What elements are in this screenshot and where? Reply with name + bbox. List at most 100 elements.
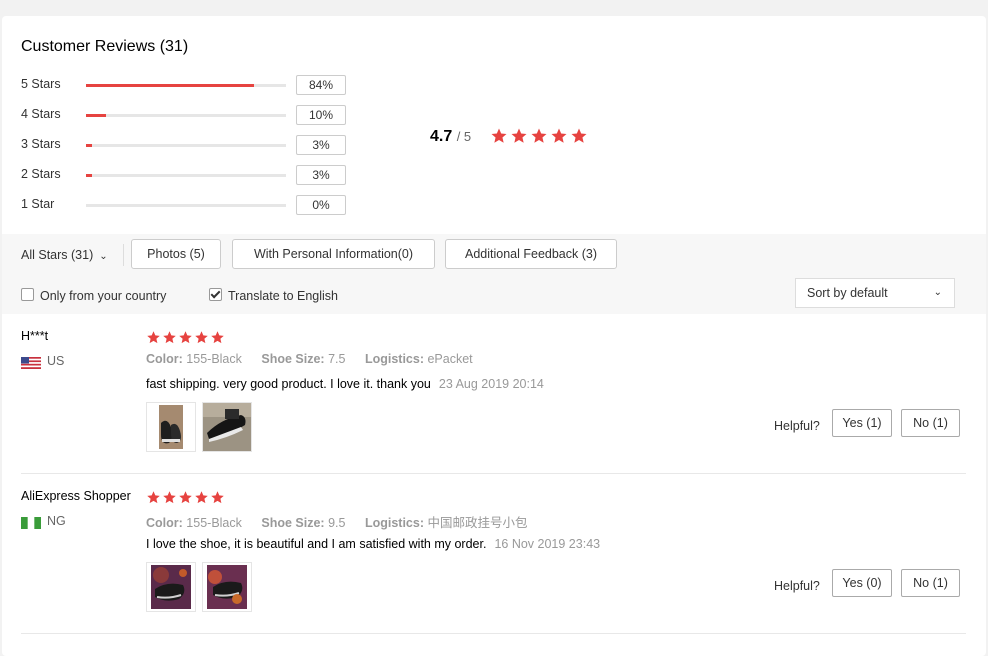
star-icon xyxy=(178,330,193,345)
star-icon xyxy=(146,490,161,505)
sort-label: Sort by default xyxy=(807,286,888,300)
all-stars-dropdown[interactable]: All Stars (31) ⌄ xyxy=(21,248,108,262)
review-divider xyxy=(21,473,966,474)
rating-percent: 84% xyxy=(296,75,346,95)
review-date: 16 Nov 2019 23:43 xyxy=(494,537,601,551)
rating-bar-fill xyxy=(86,144,92,147)
average-out-of: / 5 xyxy=(456,129,472,144)
color-value: 155-Black xyxy=(186,352,242,366)
rating-row-4[interactable]: 4 Stars 10% xyxy=(21,105,351,125)
star-icon xyxy=(162,490,177,505)
chevron-down-icon: ⌄ xyxy=(933,287,942,298)
star-icon xyxy=(490,127,508,145)
all-stars-label: All Stars (31) xyxy=(21,248,94,262)
translate-label: Translate to English xyxy=(228,289,339,303)
color-value: 155-Black xyxy=(186,516,242,530)
color-key: Color: xyxy=(146,516,183,530)
rating-bar xyxy=(86,204,286,207)
ng-flag-icon xyxy=(21,516,41,534)
review-body: fast shipping. very good product. I love… xyxy=(146,377,431,391)
helpful-no-button[interactable]: No (1) xyxy=(901,569,960,597)
reviewer-name: H***t xyxy=(21,329,49,343)
star-icon xyxy=(194,330,209,345)
rating-row-1[interactable]: 1 Star 0% xyxy=(21,195,351,215)
star-icon xyxy=(570,127,588,145)
reviews-title: Customer Reviews (31) xyxy=(21,38,189,55)
review-photo[interactable] xyxy=(202,402,252,452)
reviewer-name: AliExpress Shopper xyxy=(21,489,131,503)
rating-bar xyxy=(86,174,286,177)
star-icon xyxy=(550,127,568,145)
average-stars xyxy=(490,127,590,150)
size-value: 7.5 xyxy=(328,352,346,366)
logistics-value: ePacket xyxy=(427,352,473,366)
personal-info-filter-button[interactable]: With Personal Information(0) xyxy=(232,239,435,269)
checkbox-box[interactable] xyxy=(21,288,34,301)
review-photo[interactable] xyxy=(146,402,196,452)
color-key: Color: xyxy=(146,352,183,366)
rating-row-5[interactable]: 5 Stars 84% xyxy=(21,75,351,95)
rating-percent: 3% xyxy=(296,165,346,185)
review-meta: Color: 155-Black Shoe Size: 9.5 Logistic… xyxy=(146,512,544,531)
helpful-no-button[interactable]: No (1) xyxy=(901,409,960,437)
translate-checkbox[interactable]: Translate to English xyxy=(209,288,338,303)
only-country-label: Only from your country xyxy=(40,289,167,303)
average-rating: 4.7 / 5 xyxy=(430,128,471,146)
star-icon xyxy=(210,490,225,505)
size-value: 9.5 xyxy=(328,516,346,530)
review-stars xyxy=(146,490,226,510)
star-icon xyxy=(178,490,193,505)
star-icon xyxy=(194,490,209,505)
reviews-card: Customer Reviews (31) 5 Stars 84% 4 Star… xyxy=(2,16,986,656)
rating-label: 5 Stars xyxy=(21,77,61,91)
additional-feedback-filter-button[interactable]: Additional Feedback (3) xyxy=(445,239,617,269)
helpful-yes-button[interactable]: Yes (1) xyxy=(832,409,892,437)
chevron-down-icon: ⌄ xyxy=(99,251,108,262)
reviewer-country: NG xyxy=(47,514,66,528)
rating-label: 2 Stars xyxy=(21,167,61,181)
rating-label: 4 Stars xyxy=(21,107,61,121)
review-divider xyxy=(21,633,966,634)
star-icon xyxy=(162,330,177,345)
review-text: fast shipping. very good product. I love… xyxy=(146,377,544,391)
star-icon xyxy=(510,127,528,145)
filter-bar: All Stars (31) ⌄ Photos (5) With Personal… xyxy=(2,234,986,314)
star-icon xyxy=(210,330,225,345)
rating-bar xyxy=(86,114,286,117)
helpful-label: Helpful? xyxy=(774,579,820,593)
photos-filter-button[interactable]: Photos (5) xyxy=(131,239,221,269)
review-text: I love the shoe, it is beautiful and I a… xyxy=(146,537,600,551)
rating-label: 3 Stars xyxy=(21,137,61,151)
rating-bar xyxy=(86,144,286,147)
average-value: 4.7 xyxy=(430,128,453,145)
logistics-key: Logistics: xyxy=(364,516,424,530)
rating-percent: 3% xyxy=(296,135,346,155)
divider xyxy=(123,244,124,266)
star-icon xyxy=(146,330,161,345)
size-key: Shoe Size: xyxy=(261,352,325,366)
rating-row-3[interactable]: 3 Stars 3% xyxy=(21,135,351,155)
rating-percent: 0% xyxy=(296,195,346,215)
review-photo[interactable] xyxy=(146,562,196,612)
review-body: I love the shoe, it is beautiful and I a… xyxy=(146,537,487,551)
sort-dropdown[interactable]: Sort by default ⌄ xyxy=(795,278,955,308)
checkbox-box-checked[interactable] xyxy=(209,288,222,301)
review-stars xyxy=(146,330,226,350)
us-flag-icon xyxy=(21,356,41,374)
review-meta: Color: 155-Black Shoe Size: 7.5 Logistic… xyxy=(146,352,489,366)
helpful-label: Helpful? xyxy=(774,419,820,433)
review-photo[interactable] xyxy=(202,562,252,612)
rating-bar-fill xyxy=(86,174,92,177)
rating-bar-fill xyxy=(86,114,106,117)
logistics-key: Logistics: xyxy=(364,352,424,366)
only-country-checkbox[interactable]: Only from your country xyxy=(21,288,166,303)
helpful-yes-button[interactable]: Yes (0) xyxy=(832,569,892,597)
rating-percent: 10% xyxy=(296,105,346,125)
rating-bar-fill xyxy=(86,84,254,87)
rating-bar xyxy=(86,84,286,87)
review-date: 23 Aug 2019 20:14 xyxy=(438,377,544,391)
rating-row-2[interactable]: 2 Stars 3% xyxy=(21,165,351,185)
star-icon xyxy=(530,127,548,145)
size-key: Shoe Size: xyxy=(261,516,325,530)
reviewer-country: US xyxy=(47,354,65,368)
